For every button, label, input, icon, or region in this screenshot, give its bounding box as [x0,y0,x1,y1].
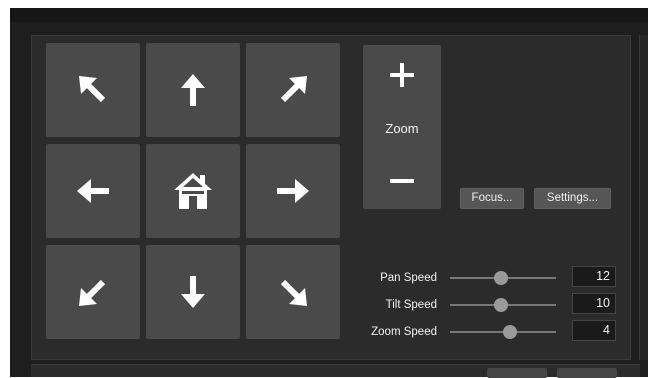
tilt-up-button[interactable] [146,43,240,137]
top-bar [10,8,648,22]
zoom-speed-value[interactable]: 4 [572,320,616,341]
zoom-label: Zoom [385,121,419,136]
arrow-down-left-icon [79,279,106,306]
zoom-in-button[interactable] [363,49,441,101]
arrow-left-icon [77,179,109,203]
pan-right-button[interactable] [246,144,340,238]
zoom-speed-slider[interactable] [450,325,556,339]
pan-speed-label: Pan Speed [380,272,437,284]
tilt-speed-label: Tilt Speed [385,299,437,311]
camera-control-app: Zoom Focus... Settings... Pan Speed 12 T… [10,8,648,378]
slider-thumb[interactable] [493,271,508,285]
zoom-speed-label: Zoom Speed [371,326,437,338]
pan-speed-value[interactable]: 12 [572,266,616,287]
plus-icon [390,63,414,87]
home-button[interactable] [146,144,240,238]
zoom-out-button[interactable] [363,155,441,207]
pan-up-right-button[interactable] [246,43,340,137]
arrow-up-icon [181,74,205,106]
arrow-up-right-icon [280,76,307,103]
arrow-right-icon [277,179,309,203]
zoom-control: Zoom [363,45,441,209]
pan-left-button[interactable] [46,144,140,238]
pan-down-left-button[interactable] [46,245,140,339]
slider-thumb[interactable] [503,325,518,339]
pan-speed-slider[interactable] [450,271,556,285]
home-icon [174,173,212,209]
lower-panel [31,364,640,378]
arrow-down-icon [181,276,205,308]
tilt-down-button[interactable] [146,245,240,339]
arrow-up-left-icon [79,76,106,103]
minus-icon [390,179,414,183]
tilt-speed-slider[interactable] [450,298,556,312]
tilt-speed-value[interactable]: 10 [572,293,616,314]
slider-thumb[interactable] [493,298,508,312]
pan-up-left-button[interactable] [46,43,140,137]
focus-button[interactable]: Focus... [460,188,524,209]
right-panel-edge [639,35,648,360]
arrow-down-right-icon [280,279,307,306]
settings-button[interactable]: Settings... [534,188,611,209]
